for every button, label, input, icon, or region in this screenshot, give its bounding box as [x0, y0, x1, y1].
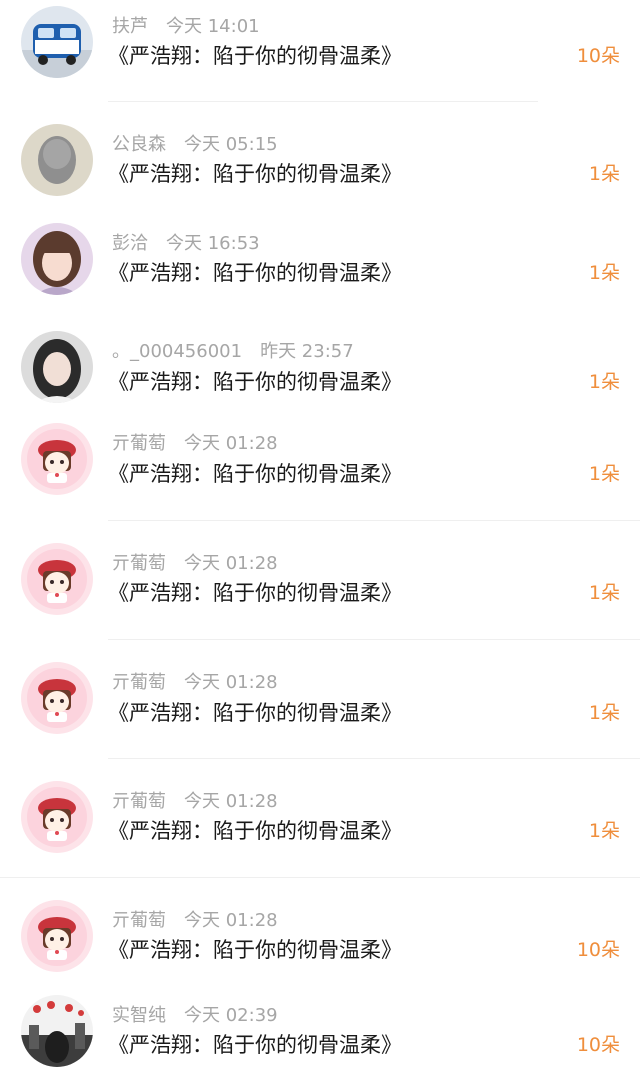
timestamp: 今天 01:28 [184, 791, 278, 812]
book-title: 《严浩翔：陷于你的彻骨温柔》 [108, 261, 402, 285]
gift-list-screen: { "colors": { "accent": "#ef8e3c", "name… [0, 0, 640, 1088]
book-title: 《严浩翔：陷于你的彻骨温柔》 [108, 938, 402, 962]
flower-count: 1朵 [588, 463, 620, 485]
user-name[interactable]: 。_000456001 [112, 341, 242, 362]
flower-count: 1朵 [588, 582, 620, 604]
timestamp: 今天 05:15 [184, 134, 278, 155]
divider [0, 877, 640, 878]
timestamp: 昨天 23:57 [260, 341, 354, 362]
flower-count: 10朵 [576, 45, 620, 67]
divider [108, 639, 640, 640]
timestamp: 今天 01:28 [184, 672, 278, 693]
flower-count: 10朵 [576, 939, 620, 961]
timestamp: 今天 02:39 [184, 1005, 278, 1026]
flower-count: 1朵 [588, 371, 620, 393]
user-name[interactable]: 实智纯 [112, 1005, 166, 1026]
user-meta: 亓葡萄 今天 01:28 [112, 431, 278, 457]
user-name[interactable]: 亓葡萄 [112, 553, 166, 574]
avatar[interactable] [21, 995, 93, 1067]
flower-count: 1朵 [588, 163, 620, 185]
avatar[interactable] [21, 6, 93, 78]
timestamp: 今天 16:53 [166, 233, 260, 254]
flower-count: 1朵 [588, 702, 620, 724]
book-title: 《严浩翔：陷于你的彻骨温柔》 [108, 462, 402, 486]
user-meta: 亓葡萄 今天 01:28 [112, 789, 278, 815]
user-name[interactable]: 亓葡萄 [112, 791, 166, 812]
divider [108, 101, 538, 102]
timestamp: 今天 01:28 [184, 553, 278, 574]
user-meta: 扶芦 今天 14:01 [112, 14, 260, 40]
book-title: 《严浩翔：陷于你的彻骨温柔》 [108, 370, 402, 394]
divider [108, 758, 640, 759]
user-name[interactable]: 公良森 [112, 134, 166, 155]
user-name[interactable]: 亓葡萄 [112, 910, 166, 931]
flower-count: 10朵 [576, 1034, 620, 1056]
timestamp: 今天 01:28 [184, 433, 278, 454]
avatar[interactable] [21, 124, 93, 196]
user-meta: 亓葡萄 今天 01:28 [112, 551, 278, 577]
user-meta: 公良森 今天 05:15 [112, 132, 278, 158]
avatar[interactable] [21, 331, 93, 403]
avatar[interactable] [21, 781, 93, 853]
book-title: 《严浩翔：陷于你的彻骨温柔》 [108, 162, 402, 186]
flower-count: 1朵 [588, 262, 620, 284]
avatar[interactable] [21, 900, 93, 972]
book-title: 《严浩翔：陷于你的彻骨温柔》 [108, 581, 402, 605]
user-meta: 。_000456001 昨天 23:57 [112, 339, 354, 365]
user-meta: 实智纯 今天 02:39 [112, 1003, 278, 1029]
avatar[interactable] [21, 223, 93, 295]
user-name[interactable]: 亓葡萄 [112, 433, 166, 454]
flower-count: 1朵 [588, 820, 620, 842]
avatar[interactable] [21, 423, 93, 495]
timestamp: 今天 14:01 [166, 16, 260, 37]
user-meta: 彭洽 今天 16:53 [112, 231, 260, 257]
divider [108, 520, 640, 521]
user-meta: 亓葡萄 今天 01:28 [112, 670, 278, 696]
book-title: 《严浩翔：陷于你的彻骨温柔》 [108, 44, 402, 68]
user-name[interactable]: 彭洽 [112, 233, 148, 254]
book-title: 《严浩翔：陷于你的彻骨温柔》 [108, 1033, 402, 1057]
timestamp: 今天 01:28 [184, 910, 278, 931]
user-name[interactable]: 亓葡萄 [112, 672, 166, 693]
user-meta: 亓葡萄 今天 01:28 [112, 908, 278, 934]
user-name[interactable]: 扶芦 [112, 16, 148, 37]
book-title: 《严浩翔：陷于你的彻骨温柔》 [108, 701, 402, 725]
avatar[interactable] [21, 543, 93, 615]
book-title: 《严浩翔：陷于你的彻骨温柔》 [108, 819, 402, 843]
avatar[interactable] [21, 662, 93, 734]
